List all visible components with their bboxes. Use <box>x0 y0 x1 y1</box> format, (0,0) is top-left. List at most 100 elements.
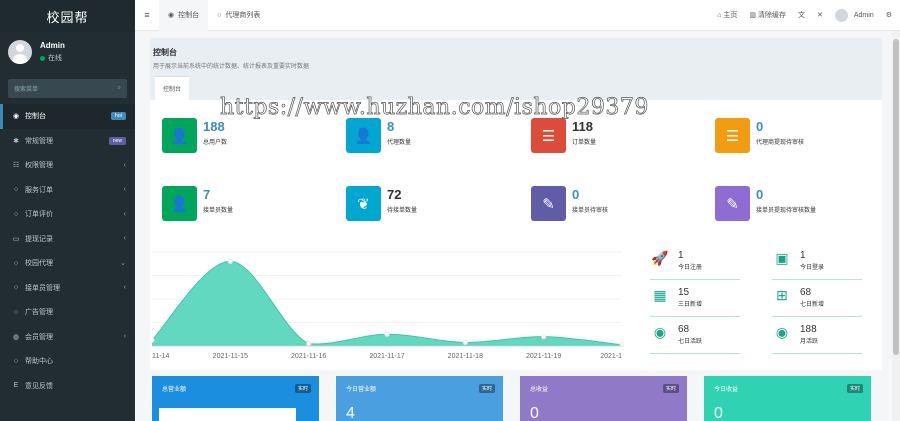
user-status: 在线 <box>40 53 65 63</box>
sidebar-item[interactable]: ✱ 常规管理 new <box>0 129 135 154</box>
circle-icon: ○ <box>217 11 222 19</box>
mini-stat-value: 68 <box>800 287 812 298</box>
menu-toggle-icon[interactable]: ≡ <box>135 10 159 20</box>
data-point[interactable] <box>541 334 547 340</box>
mini-stat-label: 七日活跃 <box>678 339 703 345</box>
sidebar-item[interactable]: ☷ 权限管理 ‹ <box>0 153 135 178</box>
translate-icon[interactable]: 文 <box>798 10 805 20</box>
user-menu[interactable]: Admin <box>834 8 874 22</box>
group-icon: ☷ <box>12 162 20 170</box>
user-icon: 👤 <box>346 118 381 153</box>
sidebar-search-input[interactable]: 搜索菜单 ⌕ <box>8 79 127 98</box>
mini-stat-value: 68 <box>678 324 690 335</box>
page-title: 控制台 <box>153 48 177 57</box>
sidebar-item-label: 服务订单 <box>25 186 53 194</box>
realtime-badge: 实时 <box>662 384 679 393</box>
search-icon[interactable]: ⌕ <box>118 85 121 92</box>
stat-box: ✎ 0 接单员提现待审核数量 <box>715 186 895 226</box>
data-point[interactable] <box>384 331 390 337</box>
card-title: 总营业额 <box>162 387 187 393</box>
settings-icon[interactable]: ⚙ <box>886 11 892 19</box>
tab-dashboard[interactable]: ◉ 控制台 <box>159 0 209 31</box>
sidebar-item[interactable]: ◉ 控制台 hot <box>0 104 135 129</box>
cogs-icon: ✱ <box>13 137 19 145</box>
sidebar-item-label: 订单评价 <box>25 211 53 219</box>
stat-box: 👤 7 接单员数量 <box>162 186 342 226</box>
mini-stat: ⊞ 68 七日新增 <box>772 287 862 317</box>
stat-value: 0 <box>756 187 764 202</box>
sidebar-item[interactable]: ○ 服务订单 ‹ <box>0 178 135 203</box>
sidebar-item-label: 帮助中心 <box>25 358 53 366</box>
data-point[interactable] <box>152 337 155 343</box>
scrollbar-thumb[interactable] <box>893 39 899 355</box>
data-point[interactable] <box>619 342 624 348</box>
calendar-icon: ▦ <box>653 287 667 303</box>
clear-cache-button[interactable]: ▥ 清除缓存 <box>749 10 786 20</box>
data-point[interactable] <box>227 258 233 264</box>
mini-stat-label: 七日新增 <box>800 302 825 308</box>
brand-logo[interactable]: 校园帮 <box>0 0 135 32</box>
circle-icon: ○ <box>13 259 19 267</box>
user-circle-icon: ◍ <box>12 333 20 341</box>
sidebar-item[interactable]: ◍ 会员管理 ‹ <box>0 325 135 350</box>
calendar-plus-icon: ⊞ <box>776 287 788 303</box>
tab-agent-list[interactable]: ○ 代理商列表 <box>208 0 269 31</box>
sidebar-item-label: 权限管理 <box>25 162 53 170</box>
mini-stat-value: 188 <box>800 324 817 335</box>
stat-box: ☰ 118 订单数量 <box>531 118 711 158</box>
sidebar-item[interactable]: ○ 广告管理 <box>0 300 135 325</box>
sidebar-item[interactable]: ▭ 提现记录 ‹ <box>0 227 135 252</box>
id-card-icon: ▭ <box>12 235 20 243</box>
card-title: 总收益 <box>530 387 549 393</box>
circle-icon: ○ <box>13 284 19 292</box>
mini-stat-label: 今日注册 <box>678 265 703 271</box>
sidebar-item[interactable]: ○ 接单员管理 ‹ <box>0 276 135 301</box>
trash-icon: ▥ <box>749 12 756 19</box>
list-icon: ☰ <box>715 118 750 153</box>
scrollbar[interactable] <box>892 31 900 421</box>
user-icon: 👤 <box>162 118 197 153</box>
circle-icon: ○ <box>13 308 19 316</box>
sidebar-item[interactable]: E 意见反馈 <box>0 374 135 399</box>
sidebar-item-label: 会员管理 <box>25 333 53 341</box>
sidebar-item[interactable]: ○ 订单评价 ‹ <box>0 202 135 227</box>
sidebar-item[interactable]: ○ 帮助中心 <box>0 349 135 374</box>
stat-box: ❦ 72 待接单数量 <box>346 186 526 226</box>
fullscreen-icon[interactable]: ✕ <box>817 11 823 19</box>
revenue-card: 总收益 实时 0 <box>520 376 687 421</box>
card-value: 0 <box>714 405 723 421</box>
dashboard-icon: ◉ <box>168 12 175 19</box>
card-title: 今日收益 <box>714 387 739 393</box>
x-tick-label: 2021-11-16 <box>291 353 326 360</box>
stat-value: 8 <box>387 119 395 134</box>
stat-value: 72 <box>387 187 402 202</box>
sidebar-item-label: 提现记录 <box>25 235 53 243</box>
stat-label: 接单员数量 <box>203 208 234 214</box>
page-description: 用于展示当前系统中的统计数据、统计报表及重要实时数据 <box>153 64 310 70</box>
tab-dashboard-panel[interactable]: 控制台 <box>155 76 190 100</box>
revenue-card: 今日收益 实时 0 <box>704 376 871 421</box>
magic-icon: ✎ <box>531 186 566 221</box>
topbar: ≡ ◉ 控制台 ○ 代理商列表 ⌂ 主页 ▥ 清除缓存 文 ✕ Admin ⚙ <box>135 0 900 31</box>
sidebar-item-label: 常规管理 <box>25 137 53 145</box>
avatar <box>834 8 848 22</box>
chevron-icon: ‹ <box>123 284 126 292</box>
x-tick-label: 2021-1 <box>600 353 622 360</box>
sidebar-item-label: 广告管理 <box>25 309 53 317</box>
data-point[interactable] <box>462 339 468 346</box>
watermark: https://www.huzhan.com/ishop29379 <box>220 95 649 121</box>
page-header: 控制台 用于展示当前系统中的统计数据、统计报表及重要实时数据 控制台 <box>150 38 882 100</box>
menu-badge: new <box>108 136 126 145</box>
user-area-chart: 11-14 2021-11-15 2021-11-16 2021-11-17 2021-… <box>152 251 624 360</box>
e-icon: E <box>13 382 19 390</box>
home-link[interactable]: ⌂ 主页 <box>717 10 737 20</box>
stat-box: 👤 8 代理数量 <box>346 118 526 158</box>
sidebar-item[interactable]: ○ 校园代理 ⌄ <box>0 251 135 276</box>
stat-value: 0 <box>572 187 580 202</box>
card-title: 今日营业额 <box>346 387 377 393</box>
data-point[interactable] <box>306 341 312 347</box>
circle-icon: ○ <box>13 186 19 194</box>
list-icon: ☰ <box>531 118 566 153</box>
mini-stat: ◉ 68 七日活跃 <box>650 324 740 354</box>
stat-value: 7 <box>203 187 211 202</box>
